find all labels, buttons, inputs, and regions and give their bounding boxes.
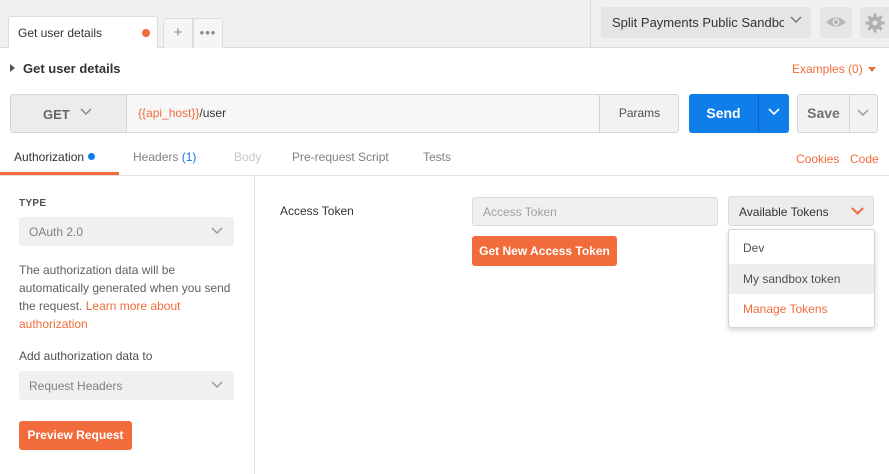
- tab-headers-label: Headers: [133, 150, 179, 164]
- ellipsis-icon: •••: [199, 25, 217, 40]
- request-tab-label: Get user details: [18, 26, 103, 40]
- caret-down-icon: [868, 67, 876, 72]
- chevron-down-icon: [211, 381, 223, 389]
- chevron-down-icon: [851, 207, 864, 215]
- save-options-button[interactable]: [849, 94, 878, 133]
- tab-tests[interactable]: Tests: [423, 150, 451, 164]
- available-tokens-label: Available Tokens: [739, 205, 829, 219]
- chevron-down-icon: [211, 227, 223, 235]
- gear-icon: [865, 13, 885, 33]
- method-select[interactable]: GET: [11, 95, 127, 132]
- add-auth-to-value: Request Headers: [29, 379, 123, 393]
- preview-request-button[interactable]: Preview Request: [19, 421, 132, 450]
- add-auth-to-select[interactable]: Request Headers: [19, 371, 234, 400]
- manage-environments-button[interactable]: [860, 7, 889, 38]
- request-title[interactable]: Get user details: [23, 61, 121, 76]
- tab-authorization-label: Authorization: [14, 150, 85, 164]
- tab-options-button[interactable]: •••: [193, 18, 223, 48]
- method-label: GET: [43, 107, 70, 122]
- add-auth-to-label: Add authorization data to: [19, 349, 153, 363]
- chevron-down-icon: [857, 109, 869, 117]
- type-label: TYPE: [19, 198, 47, 209]
- send-button[interactable]: Send: [689, 94, 758, 133]
- access-token-placeholder: Access Token: [483, 205, 557, 219]
- cookies-link[interactable]: Cookies: [796, 152, 839, 166]
- new-tab-button[interactable]: +: [163, 18, 193, 48]
- active-indicator-icon: [88, 153, 96, 160]
- available-tokens-menu: Dev My sandbox token Manage Tokens: [728, 229, 875, 328]
- divider: [590, 0, 591, 48]
- menu-item-dev[interactable]: Dev: [729, 233, 874, 263]
- get-new-access-token-button[interactable]: Get New Access Token: [472, 236, 617, 266]
- chevron-down-icon: [790, 16, 802, 24]
- send-options-button[interactable]: [758, 94, 789, 133]
- eye-icon: [826, 17, 846, 27]
- chevron-down-icon: [768, 108, 780, 116]
- url-bar: GET {{api_host}}/user Params: [10, 94, 679, 133]
- environment-quick-look-button[interactable]: [820, 7, 852, 38]
- auth-description: The authorization data will be automatic…: [19, 261, 244, 333]
- access-token-input[interactable]: Access Token: [472, 197, 718, 226]
- plus-icon: +: [173, 24, 183, 41]
- save-button[interactable]: Save: [797, 94, 850, 133]
- environment-label: Split Payments Public Sandbox: [612, 15, 784, 30]
- url-variable: {{api_host}}: [138, 106, 200, 120]
- request-tab[interactable]: Get user details: [8, 16, 158, 48]
- tab-authorization[interactable]: Authorization: [14, 150, 96, 164]
- collapse-caret-icon[interactable]: [10, 64, 15, 72]
- access-token-label: Access Token: [280, 204, 354, 218]
- available-tokens-dropdown[interactable]: Available Tokens: [728, 196, 874, 226]
- menu-item-my-sandbox-token[interactable]: My sandbox token: [729, 264, 874, 294]
- tab-headers[interactable]: Headers (1): [133, 150, 196, 164]
- url-path: /user: [199, 106, 227, 120]
- params-button[interactable]: Params: [599, 95, 678, 132]
- auth-type-value: OAuth 2.0: [29, 225, 84, 239]
- url-text: {{api_host}}/user: [138, 106, 226, 120]
- environment-select[interactable]: Split Payments Public Sandbox: [601, 7, 811, 38]
- code-link[interactable]: Code: [850, 152, 879, 166]
- tab-bar: Get user details + ••• Split Payments Pu…: [0, 0, 889, 48]
- tab-body[interactable]: Body: [234, 150, 261, 164]
- auth-type-select[interactable]: OAuth 2.0: [19, 217, 234, 246]
- chevron-down-icon: [80, 108, 92, 116]
- headers-count: (1): [181, 150, 197, 164]
- examples-dropdown[interactable]: Examples (0): [792, 62, 863, 76]
- url-input[interactable]: {{api_host}}/user: [127, 95, 599, 132]
- tab-prerequest-script[interactable]: Pre-request Script: [292, 150, 389, 164]
- unsaved-dot-icon: [142, 29, 150, 37]
- menu-item-manage-tokens[interactable]: Manage Tokens: [729, 294, 874, 324]
